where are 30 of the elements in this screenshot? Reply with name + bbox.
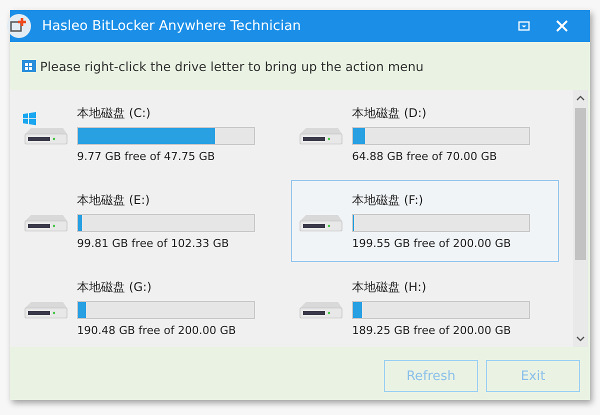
free-space-text: 99.81 GB free of 102.33 GB [77, 237, 230, 250]
drive-name: 本地磁盘 (F:) [352, 192, 424, 209]
drive-tile[interactable]: 本地磁盘 (C:) 9.77 GB free of 47.75 GB [16, 93, 284, 175]
drive-icon [300, 128, 342, 144]
drive-tile[interactable]: 本地磁盘 (D:) 64.88 GB free of 70.00 GB [291, 93, 559, 175]
free-space-text: 9.77 GB free of 47.75 GB [77, 150, 216, 163]
drive-tile[interactable]: 本地磁盘 (F:) 199.55 GB free of 200.00 GB [291, 180, 559, 262]
free-space-text: 190.48 GB free of 200.00 GB [77, 324, 237, 337]
drive-name: 本地磁盘 (D:) [352, 105, 428, 122]
drive-tile[interactable]: 本地磁盘 (G:) 190.48 GB free of 200.00 GB [16, 267, 284, 347]
scroll-thumb[interactable] [575, 108, 586, 260]
grid-icon [22, 59, 36, 73]
app-icon [6, 13, 32, 39]
drive-name: 本地磁盘 (H:) [352, 279, 428, 296]
window-title: Hasleo BitLocker Anywhere Technician [42, 18, 302, 34]
drive-icon [24, 302, 68, 318]
drive-name: 本地磁盘 (G:) [77, 279, 153, 296]
drive-icon [300, 215, 342, 232]
drive-icon [300, 302, 342, 318]
free-space-text: 199.55 GB free of 200.00 GB [352, 237, 512, 250]
drive-tile[interactable]: 本地磁盘 (E:) 99.81 GB free of 102.33 GB [16, 180, 284, 262]
drive-tile[interactable]: 本地磁盘 (H:) 189.25 GB free of 200.00 GB [291, 267, 559, 347]
drive-icon [24, 215, 68, 232]
system-drive-icon [23, 112, 68, 144]
scrollbar[interactable] [573, 90, 588, 347]
free-space-text: 189.25 GB free of 200.00 GB [352, 324, 512, 337]
instruction-text: Please right-click the drive letter to bring up the action menu [40, 58, 424, 74]
drive-name: 本地磁盘 (C:) [77, 105, 152, 122]
drive-name: 本地磁盘 (E:) [77, 192, 151, 209]
free-space-text: 64.88 GB free of 70.00 GB [352, 150, 498, 163]
